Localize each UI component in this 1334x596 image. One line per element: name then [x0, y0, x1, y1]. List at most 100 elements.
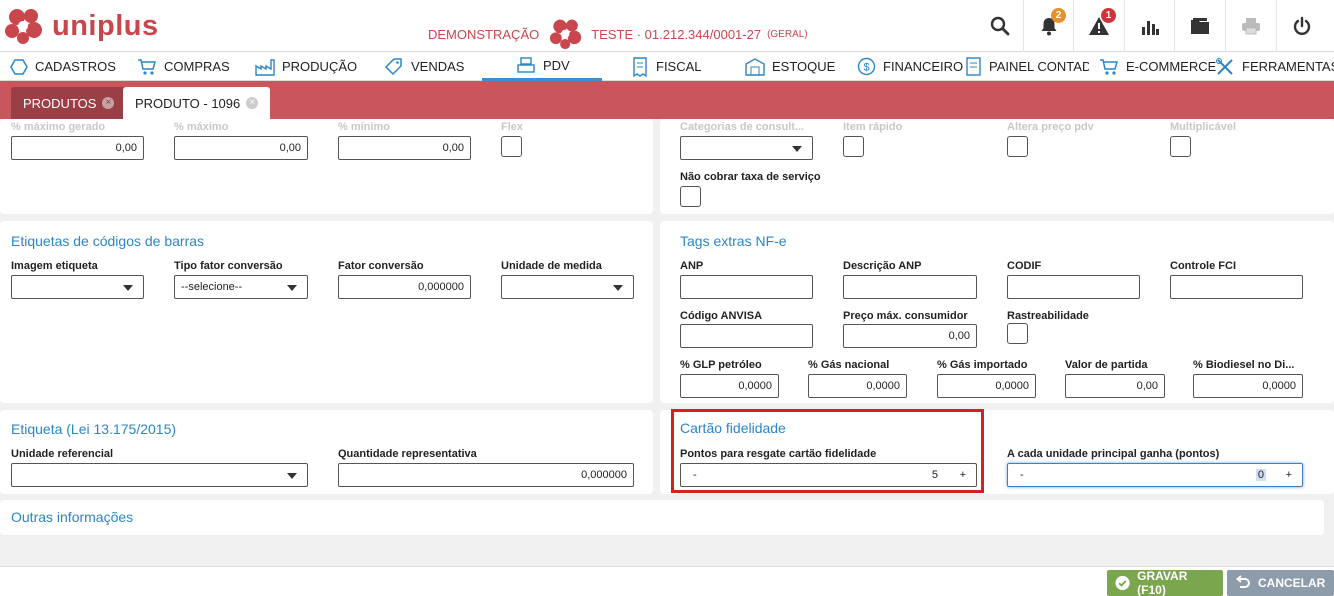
glp-label: % GLP petróleo	[680, 359, 762, 371]
categories-select[interactable]	[680, 136, 813, 160]
register-icon	[517, 57, 535, 73]
max-generated-input[interactable]: 0,00	[11, 136, 144, 160]
factor-type-select[interactable]: --selecione--	[174, 275, 308, 299]
max-generated-label: % máximo gerado	[11, 121, 106, 133]
no-service-fee-checkbox[interactable]	[680, 186, 701, 207]
anp-desc-input[interactable]	[843, 275, 977, 299]
increment-button[interactable]: +	[1286, 469, 1292, 481]
menu-e-commerce[interactable]: E-COMMERCE	[1099, 52, 1216, 81]
company-scope: (GERAL)	[767, 28, 808, 40]
company-name: TESTE · 01.212.344/0001-27	[591, 26, 762, 42]
chevron-down-icon	[287, 285, 297, 291]
power-icon	[1293, 16, 1310, 35]
image-label-label: Imagem etiqueta	[11, 260, 98, 272]
codif-input[interactable]	[1007, 275, 1140, 299]
gas-imp-input[interactable]: 0,0000	[937, 374, 1036, 398]
cart-icon	[1100, 58, 1118, 75]
alerts-button[interactable]: 1	[1073, 0, 1123, 52]
factor-label: Fator conversão	[338, 260, 424, 272]
close-icon[interactable]: ×	[102, 97, 115, 109]
earn-points-stepper[interactable]: - 0 +	[1007, 463, 1303, 487]
start-value-input[interactable]: 0,00	[1065, 374, 1165, 398]
min-percent-input[interactable]: 0,00	[338, 136, 471, 160]
menu-financeiro[interactable]: $ FINANCEIRO	[857, 52, 963, 81]
menu-painel-contador[interactable]: PAINEL CONTADOR	[965, 52, 1089, 81]
footer-bar: GRAVAR (F10) CANCELAR	[0, 566, 1334, 596]
warehouse-icon	[745, 57, 765, 76]
glp-input[interactable]: 0,0000	[680, 374, 779, 398]
ref-unit-label: Unidade referencial	[11, 448, 114, 460]
biodiesel-input[interactable]: 0,0000	[1193, 374, 1303, 398]
unit-label: Unidade de medida	[501, 260, 602, 272]
pricing-panel: % máximo gerado % máximo % mínimo Flex 0…	[0, 119, 653, 214]
menu-pdv[interactable]: PDV	[482, 52, 602, 81]
anp-label: ANP	[680, 260, 704, 272]
max-price-label: Preço máx. consumidor	[843, 310, 968, 322]
brand-name: uniplus	[52, 9, 159, 42]
folder-icon	[1190, 18, 1209, 34]
quick-item-label: Item rápido	[843, 121, 903, 133]
undo-icon	[1235, 575, 1250, 588]
tab-produto-1096[interactable]: PRODUTO - 1096 ×	[123, 87, 271, 119]
environment-label: DEMONSTRAÇÃO	[428, 26, 540, 42]
anvisa-input[interactable]	[680, 324, 813, 348]
cart-icon	[138, 58, 156, 75]
notifications-badge: 2	[1051, 8, 1066, 23]
biodiesel-label: % Biodiesel no Di...	[1193, 359, 1295, 371]
max-price-input[interactable]: 0,00	[843, 324, 977, 348]
barcode-labels-panel: Etiquetas de códigos de barras Imagem et…	[0, 221, 653, 403]
rep-qty-label: Quantidade representativa	[338, 448, 477, 460]
rep-qty-input[interactable]: 0,000000	[338, 463, 634, 487]
fci-input[interactable]	[1170, 275, 1303, 299]
menu-vendas[interactable]: VENDAS	[384, 52, 464, 81]
reports-button[interactable]	[1124, 0, 1174, 52]
flex-checkbox[interactable]	[501, 136, 522, 157]
factor-input[interactable]: 0,000000	[338, 275, 471, 299]
ref-unit-select[interactable]	[11, 463, 308, 487]
menu-ferramentas[interactable]: FERRAMENTAS	[1215, 52, 1334, 81]
anp-input[interactable]	[680, 275, 813, 299]
decrement-button[interactable]: -	[1020, 469, 1024, 481]
document-icon	[966, 57, 981, 76]
min-percent-label: % mínimo	[338, 121, 390, 133]
gas-imp-label: % Gás importado	[937, 359, 1028, 371]
panel-title: Etiquetas de códigos de barras	[11, 233, 205, 249]
menu-estoque[interactable]: ESTOQUE	[745, 52, 835, 81]
change-price-label: Altera preço pdv	[1007, 121, 1094, 133]
tab-produtos[interactable]: PRODUTOS ×	[11, 87, 127, 119]
svg-text:$: $	[863, 62, 869, 74]
image-label-select[interactable]	[11, 275, 144, 299]
no-service-fee-label: Não cobrar taxa de serviço	[680, 171, 821, 183]
bar-chart-icon	[1141, 21, 1159, 35]
multipliable-label: Multiplicável	[1170, 121, 1237, 133]
max-percent-input[interactable]: 0,00	[174, 136, 308, 160]
company-info[interactable]: DEMONSTRAÇÃO TESTE · 01.212.344/0001-27 …	[428, 18, 808, 50]
dollar-icon: $	[857, 57, 876, 76]
notifications-button[interactable]: 2	[1023, 0, 1073, 52]
menu-cadastros[interactable]: CADASTROS	[10, 52, 116, 81]
gas-nac-input[interactable]: 0,0000	[808, 374, 907, 398]
print-button[interactable]	[1225, 0, 1275, 52]
logout-button[interactable]	[1276, 0, 1326, 52]
unit-select[interactable]	[501, 275, 634, 299]
menu-compras[interactable]: COMPRAS	[137, 52, 230, 81]
hexagon-icon	[10, 58, 28, 75]
brand-logo[interactable]: uniplus	[4, 7, 159, 45]
close-icon[interactable]: ×	[246, 97, 259, 109]
multipliable-checkbox[interactable]	[1170, 136, 1191, 157]
start-value-label: Valor de partida	[1065, 359, 1148, 371]
documents-button[interactable]	[1174, 0, 1224, 52]
chevron-down-icon	[613, 285, 623, 291]
other-info-panel[interactable]: Outras informações	[0, 500, 1324, 535]
earn-points-value: 0	[1255, 469, 1266, 481]
tools-icon	[1216, 57, 1233, 75]
menu-producao[interactable]: PRODUÇÃO	[255, 52, 357, 81]
change-price-checkbox[interactable]	[1007, 136, 1028, 157]
search-button[interactable]	[975, 0, 1025, 52]
quick-item-checkbox[interactable]	[843, 136, 864, 157]
menu-fiscal[interactable]: FISCAL	[631, 52, 702, 81]
cancel-button[interactable]: CANCELAR	[1227, 570, 1334, 596]
tab-bar: PRODUTOS × PRODUTO - 1096 ×	[0, 81, 1334, 119]
save-button[interactable]: GRAVAR (F10)	[1107, 569, 1223, 596]
traceability-checkbox[interactable]	[1007, 323, 1028, 344]
